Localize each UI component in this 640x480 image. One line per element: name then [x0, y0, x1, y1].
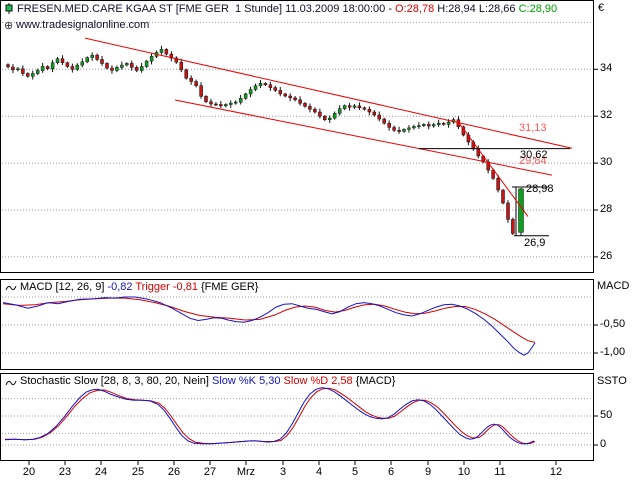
macd-axis-label: MACD [597, 280, 629, 292]
price-axis-tick: 30 [600, 156, 612, 168]
wave-icon [5, 377, 17, 389]
x-axis-tick: Mrz [229, 466, 263, 478]
x-axis-tick: 26 [157, 466, 191, 478]
macd-trigger-value: Trigger -0,81 [133, 281, 201, 293]
ssto-axis-tick: 50 [600, 409, 612, 421]
ssto-caption: Stochastic Slow [28, 8, 3, 80, 20, Nein]… [20, 375, 395, 387]
chart-title-row: FRESEN.MED.CARE KGAA ST [FME GER 1 Stund… [17, 3, 557, 15]
x-axis-tick: 24 [84, 466, 118, 478]
chart-title: FRESEN.MED.CARE KGAA ST [FME GER 1 Stund… [17, 3, 395, 15]
x-axis-tick: 20 [12, 466, 46, 478]
currency-axis-label: € [598, 2, 604, 14]
price-axis-tick: 26 [600, 250, 612, 262]
trendline-value-label: 31,13 [519, 122, 547, 134]
ssto-d-value: Slow %D 2,58 [280, 375, 355, 387]
x-axis-tick: 3 [266, 466, 300, 478]
instrument-icon [5, 3, 13, 16]
ssto-axis-label: SSTO [597, 375, 627, 387]
x-axis-tick: 25 [121, 466, 155, 478]
ssto-name: Stochastic Slow [28, 8, 3, 80, 20, Nein] [20, 375, 212, 387]
macd-name: MACD [12, 26, 9] [20, 281, 107, 293]
macd-value: -0,82 [107, 281, 132, 293]
globe-icon: ⊕ [4, 19, 13, 32]
macd-axis-tick: -0,50 [600, 318, 625, 330]
price-axis-tick: 28 [600, 203, 612, 215]
x-axis-tick: 5 [338, 466, 372, 478]
price-level-label: 30,62 [520, 149, 548, 161]
x-axis-tick: 11 [483, 466, 517, 478]
x-axis-tick: 10 [447, 466, 481, 478]
price-panel [0, 0, 594, 273]
x-axis-tick: 27 [193, 466, 227, 478]
macd-symbol: {FME GER} [201, 281, 258, 293]
x-axis-tick: 4 [302, 466, 336, 478]
watermark-link[interactable]: www.tradesignalonline.com [16, 19, 149, 31]
price-level-label: 26,9 [524, 237, 545, 249]
ssto-symbol: {MACD} [356, 375, 396, 387]
high-low-values: H:28,94 L:28,66 [434, 3, 518, 15]
x-axis-tick: 23 [48, 466, 82, 478]
price-axis-tick: 34 [600, 62, 612, 74]
trading-chart-window: FRESEN.MED.CARE KGAA ST [FME GER 1 Stund… [0, 0, 640, 480]
x-axis-tick: 6 [374, 466, 408, 478]
x-axis-tick: 12 [539, 466, 573, 478]
x-axis-tick: 9 [411, 466, 445, 478]
macd-axis-tick: -1,00 [600, 346, 625, 358]
wave-icon [5, 282, 17, 294]
open-value: O:28,78 [395, 3, 434, 15]
ssto-axis-tick: 0 [600, 438, 606, 450]
ssto-k-value: Slow %K 5,30 [212, 375, 280, 387]
close-value: C:28,90 [519, 3, 558, 15]
price-level-label: 28,98 [526, 183, 554, 195]
macd-caption: MACD [12, 26, 9] -0,82 Trigger -0,81 {FM… [20, 281, 258, 293]
price-axis-tick: 32 [600, 109, 612, 121]
